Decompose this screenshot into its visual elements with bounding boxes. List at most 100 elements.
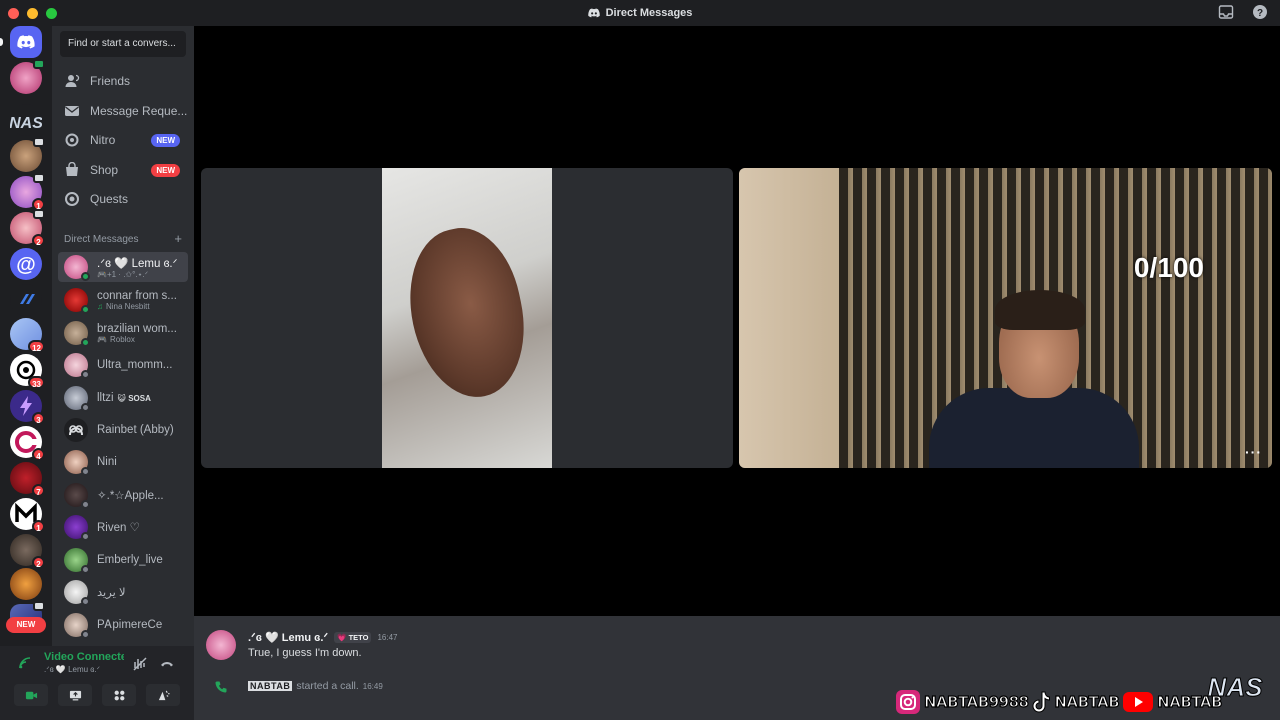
dm-item[interactable]: lltzi 😺 SOSA [58, 383, 188, 413]
server-icon[interactable] [10, 284, 42, 316]
dm-item[interactable]: Rainbet (Abby) [58, 415, 188, 445]
close-window-button[interactable] [8, 7, 19, 19]
nav-shop[interactable]: Shop NEW [58, 157, 188, 183]
status-offline [81, 565, 90, 574]
message-timestamp: 16:47 [377, 633, 398, 642]
dm-item[interactable]: PᎪpimereCe [58, 610, 188, 640]
svg-text:NAS: NAS [1208, 672, 1264, 702]
server-icon[interactable]: 1 [10, 173, 45, 211]
dm-item[interactable]: brazilian wom... 🎮 Roblox [58, 318, 188, 348]
voice-status-panel: Video Connected .ᐟɞ 🤍 Lemu ɞ.ᐟ [0, 646, 194, 720]
system-message-text: started a call. [296, 680, 359, 692]
zoom-window-button[interactable] [46, 7, 57, 19]
dm-item[interactable]: ✧.*☆Apple... [58, 480, 188, 510]
server-icon[interactable] [10, 59, 45, 94]
participant-body [929, 388, 1139, 468]
avatar [64, 321, 90, 347]
activities-button[interactable] [102, 684, 136, 706]
dm-item[interactable]: Emberly_live [58, 545, 188, 575]
soundboard-button[interactable] [146, 684, 180, 706]
window-controls [8, 7, 57, 19]
status-offline [81, 630, 90, 639]
dm-name: ✧.*☆Apple... [97, 490, 164, 502]
server-icon-nas[interactable]: NAS [9, 104, 43, 136]
message-author[interactable]: .ᐟɞ 🤍 Lemu ɞ.ᐟ [248, 631, 328, 644]
nas-logo-icon: NAS [9, 115, 43, 132]
home-button[interactable] [10, 26, 42, 58]
server-rail: NAS 1 2 @ 12 33 3 4 7 1 2 NEW [0, 26, 52, 720]
noise-suppression-icon[interactable] [132, 656, 148, 672]
tiktok-handle: NABTAB [1054, 692, 1120, 711]
dm-item[interactable]: Ultra_momm... [58, 350, 188, 380]
nav-quests-label: Quests [90, 192, 129, 206]
nav-nitro[interactable]: Nitro NEW [58, 127, 188, 153]
dm-item[interactable]: connar from s... ♫ Nina Nesbitt [58, 285, 188, 315]
camera-icon [25, 691, 37, 699]
avatar [64, 255, 90, 281]
nav-quests[interactable]: Quests [58, 186, 188, 212]
server-icon[interactable] [10, 568, 42, 600]
voice-status-title[interactable]: Video Connected [44, 651, 124, 663]
nitro-new-badge: NEW [151, 133, 180, 147]
status-offline [81, 532, 90, 541]
signal-icon[interactable] [18, 656, 32, 670]
server-icon[interactable]: 4 [10, 426, 45, 461]
guild-tag: 😺 SOSA [117, 393, 151, 403]
title-bar: Direct Messages ? [0, 0, 1280, 26]
instagram-icon [896, 690, 920, 714]
server-icon[interactable]: 12 [10, 318, 45, 353]
avatar [64, 288, 90, 314]
dm-item[interactable]: Riven ♡ [58, 512, 188, 542]
nav-message-requests[interactable]: Message Reque... [58, 98, 188, 124]
dm-name: Ultra_momm... [97, 359, 173, 371]
disconnect-icon[interactable] [159, 656, 175, 672]
server-icon[interactable]: 2 [10, 209, 45, 247]
screen-share-icon [69, 690, 81, 700]
discord-icon [587, 8, 600, 18]
status-offline [81, 370, 90, 379]
dm-activity: 🎮+1 · .✩°.⋆.ᐟ [97, 269, 149, 279]
inbox-icon[interactable] [1218, 4, 1234, 20]
message-avatar[interactable] [206, 630, 236, 660]
server-icon[interactable]: 33 [10, 354, 45, 389]
search-input[interactable]: Find or start a convers... [60, 31, 186, 57]
video-tile-self[interactable]: 0/100 ··· [739, 168, 1272, 468]
screen-share-button[interactable] [58, 684, 92, 706]
dm-item[interactable]: .ᐟɞ 🤍 Lemu ɞ.ᐟ 🎮+1 · .✩°.⋆.ᐟ [58, 252, 188, 282]
nas-watermark-logo: NAS [1207, 672, 1264, 703]
svg-text:@: @ [16, 254, 36, 276]
add-dm-button[interactable]: + [174, 232, 182, 245]
server-icon[interactable]: 1 [10, 498, 45, 533]
guild-tag[interactable]: 💗 TETO [334, 632, 372, 643]
status-offline [81, 597, 90, 606]
nav-nitro-label: Nitro [90, 133, 116, 147]
self-participant [929, 290, 1139, 468]
dm-item[interactable]: لا يريد [58, 577, 188, 607]
svg-text:NAS: NAS [10, 115, 42, 132]
avatar [64, 386, 90, 412]
avatar [64, 580, 90, 606]
selected-indicator [0, 38, 3, 46]
nav-friends[interactable]: Friends [58, 68, 188, 94]
dm-sidebar: Find or start a convers... Friends Messa… [52, 26, 194, 646]
server-icon-mentions[interactable]: @ [10, 248, 42, 280]
minimize-window-button[interactable] [27, 7, 38, 19]
avatar [64, 548, 90, 574]
dm-name: .ᐟɞ 🤍 Lemu ɞ.ᐟ [97, 257, 178, 270]
message-header: .ᐟɞ 🤍 Lemu ɞ.ᐟ 💗 TETO 16:47 [248, 631, 397, 644]
avatar [64, 515, 90, 541]
more-options-button[interactable]: ··· [1245, 444, 1262, 460]
system-message-user[interactable]: NABTAB [248, 681, 293, 691]
new-unreads-pill[interactable]: NEW [6, 617, 46, 633]
server-icon[interactable] [10, 137, 45, 172]
server-icon[interactable]: 7 [10, 462, 45, 497]
help-icon[interactable]: ? [1252, 4, 1268, 20]
server-icon[interactable]: 3 [10, 390, 45, 425]
video-tile-remote[interactable] [201, 168, 733, 468]
camera-button[interactable] [14, 684, 48, 706]
music-icon: ♫ [97, 301, 103, 311]
dm-name: Emberly_live [97, 554, 163, 566]
server-icon[interactable]: 2 [10, 534, 45, 569]
dm-name: Rainbet (Abby) [97, 424, 174, 436]
dm-item[interactable]: Nini [58, 447, 188, 477]
